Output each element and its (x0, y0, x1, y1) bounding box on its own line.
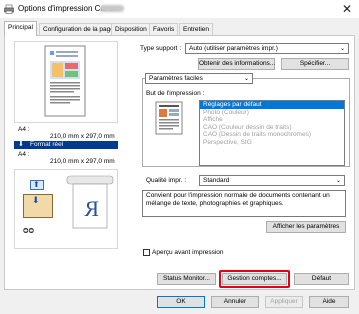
paper-size-2: 210,0 mm x 297,0 mm (50, 158, 115, 165)
roll-icon: ᴑᴑ (23, 225, 35, 235)
apply-button[interactable]: Appliquer (265, 296, 303, 308)
purpose-label: But de l'impression : (146, 90, 205, 97)
list-item[interactable]: Photo (Couleur) (200, 109, 344, 117)
media-value: Auto (utiliser paramètres impr.) (189, 45, 278, 52)
close-icon[interactable]: ✕ (338, 1, 356, 17)
printer-name-blur (100, 5, 124, 12)
arrow-down-icon: ⬇ (18, 141, 24, 148)
list-item[interactable]: Réglages par défaut (200, 101, 344, 109)
quality-label: Qualité impr. : (146, 177, 187, 184)
printer-icon (4, 4, 14, 14)
ok-button[interactable]: OK (157, 296, 205, 308)
list-item[interactable]: CAO (Couleur dessin de traits) (200, 124, 344, 132)
format-bar: ⬇ Format réel (14, 141, 118, 149)
list-item[interactable]: Perspective, SIG (200, 139, 344, 147)
help-button[interactable]: Aide (309, 296, 349, 308)
tab-layout[interactable]: Disposition (111, 23, 151, 35)
page-preview (14, 41, 118, 123)
feed-up-button[interactable]: ⬆ (30, 180, 44, 190)
specify-button[interactable]: Spécifier... (281, 58, 349, 70)
media-label: Type support : (140, 45, 182, 52)
get-info-button[interactable]: Obtenir des informations... (198, 58, 275, 70)
printer-preview: R ⬆ ⬇ ᴑᴑ (14, 169, 118, 249)
paper-label-2: A4 : (18, 151, 30, 158)
media-select[interactable]: Auto (utiliser paramètres impr.) ⌄ (185, 43, 349, 54)
format-label: Format réel (30, 141, 64, 148)
tab-maintenance[interactable]: Entretien (179, 23, 214, 35)
defaults-button[interactable]: Défaut (294, 273, 349, 285)
quality-select[interactable]: Standard ⌄ (199, 175, 345, 186)
settings-mode-select[interactable]: Paramètres faciles ⌄ (145, 73, 253, 84)
list-item[interactable]: CAO (Dessin de traits monochromes) (200, 131, 344, 139)
list-item[interactable]: Affiche (200, 116, 344, 124)
cancel-button[interactable]: Annuler (211, 296, 259, 308)
settings-mode-value: Paramètres faciles (149, 75, 203, 82)
quality-value: Standard (203, 177, 230, 184)
chevron-down-icon: ⌄ (339, 46, 345, 52)
tab-favorites[interactable]: Favoris (149, 23, 179, 35)
tab-page-setup[interactable]: Configuration de la page (39, 23, 118, 35)
manage-accounts-button[interactable]: Gestion comptes... (222, 273, 287, 285)
paper-size-1: 210,0 mm x 297,0 mm (50, 133, 115, 140)
paper-label-1: A4 : (18, 126, 30, 133)
quality-description: Convient pour l'impression normale de do… (142, 190, 346, 217)
purpose-preview-icon (155, 101, 183, 135)
preview-checkbox-label: Aperçu avant impression (152, 249, 224, 256)
arrow-down-icon: ⬇ (32, 195, 40, 205)
tab-principal[interactable]: Principal (4, 21, 37, 36)
arrow-up-icon: ⬆ (33, 180, 40, 189)
svg-text:R: R (84, 196, 99, 221)
chevron-down-icon: ⌄ (243, 76, 249, 82)
status-monitor-button[interactable]: Status Monitor... (157, 273, 216, 285)
show-settings-button[interactable]: Afficher les paramètres (266, 221, 346, 233)
title-bar: Options d'impression Canon ✕ (0, 0, 359, 18)
preview-checkbox[interactable] (143, 249, 150, 256)
page-preview-image (44, 45, 86, 117)
paper-source-icon: ⬇ (23, 194, 53, 218)
purpose-list[interactable]: Réglages par défaut Photo (Couleur) Affi… (199, 100, 345, 166)
chevron-down-icon: ⌄ (335, 178, 341, 184)
